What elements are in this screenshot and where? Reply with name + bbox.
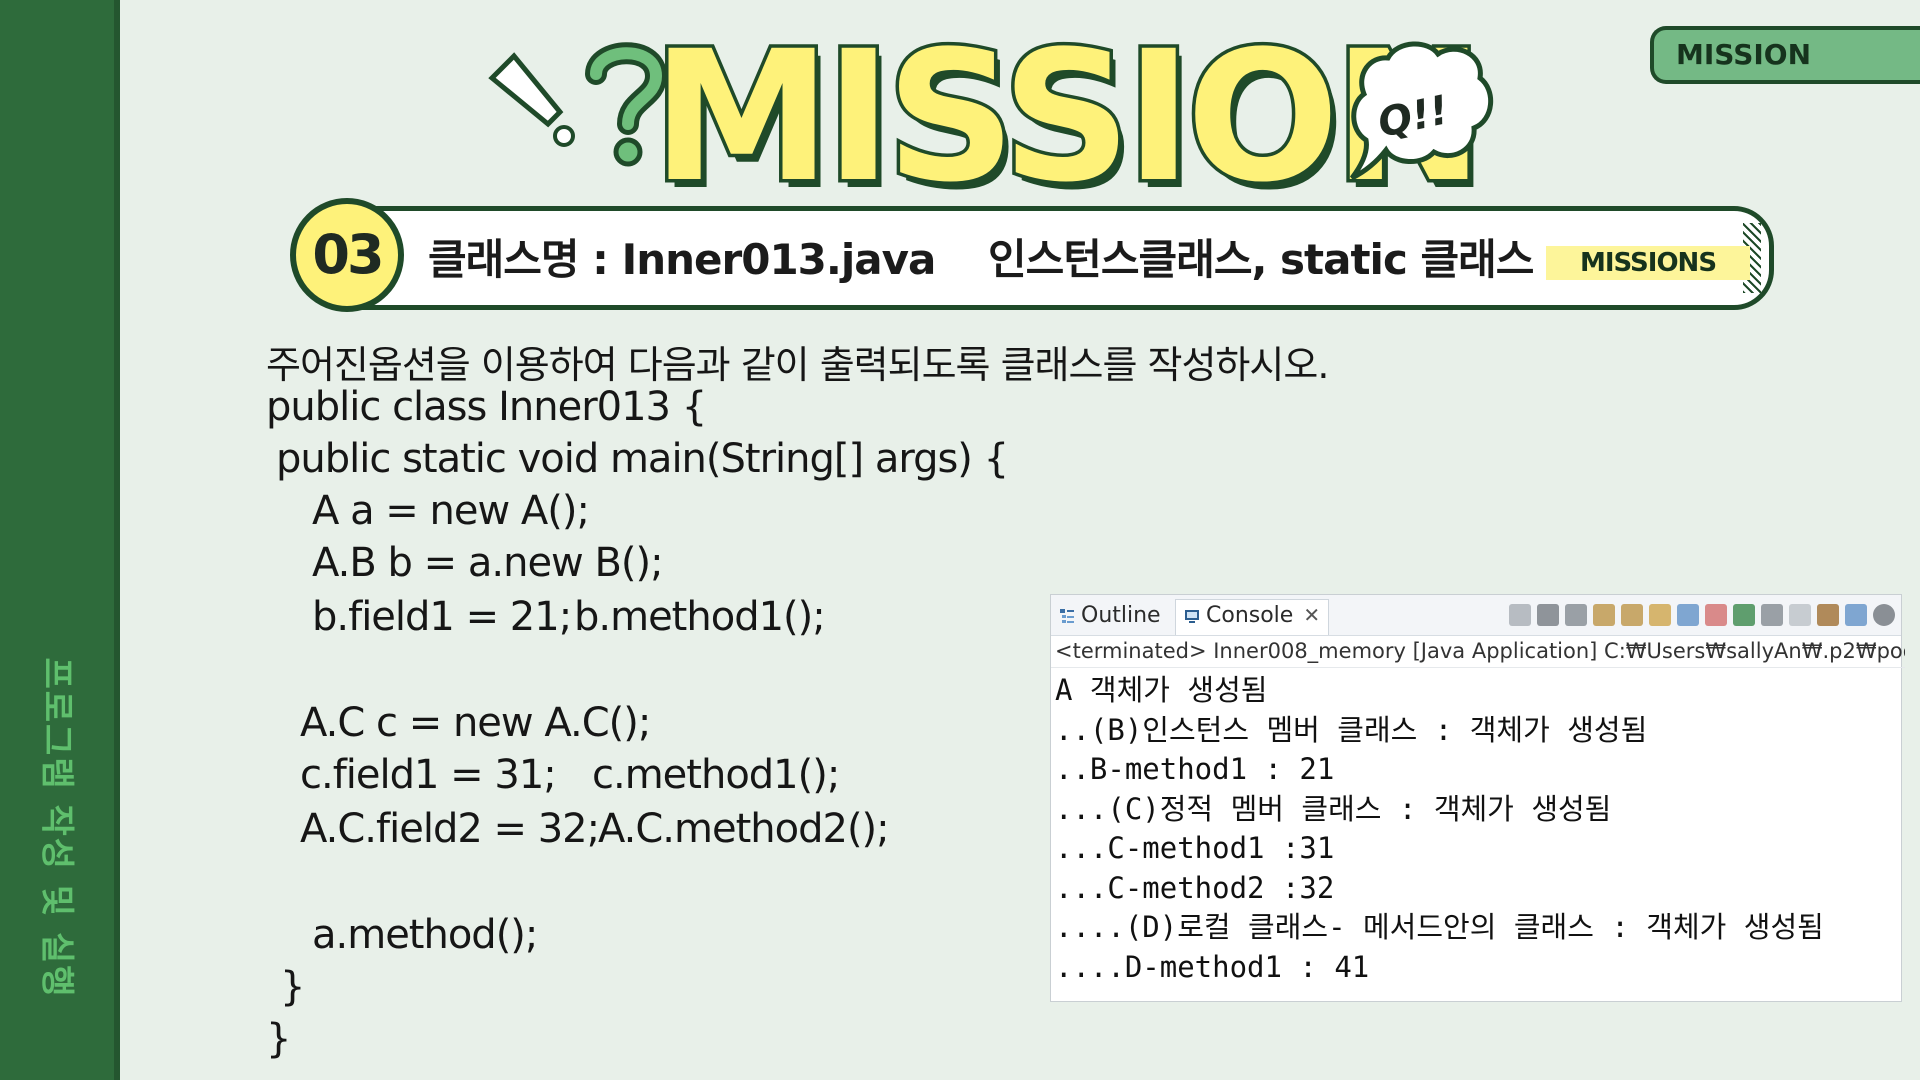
remove-all-icon[interactable]: [1565, 604, 1587, 626]
console-line: ...C-method2 :32: [1055, 870, 1335, 905]
console-line: ....D-method1 : 41: [1055, 949, 1370, 984]
show-on-error-icon[interactable]: [1705, 604, 1727, 626]
code-line: A.C.field2 = 32;: [300, 806, 600, 852]
missions-tag: MISSIONS: [1546, 246, 1750, 280]
banner-subtitle: 인스턴스클래스, static 클래스: [988, 235, 1534, 284]
exclamation-icon: [488, 52, 575, 147]
tab-outline-label: Outline: [1081, 603, 1161, 628]
sidebar-accent: [114, 0, 120, 1080]
console-line: A 객체가 생성됨: [1055, 673, 1268, 707]
console-line: ....(D)로컬 클래스- 메서드안의 클래스 : 객체가 생성됨: [1055, 910, 1824, 944]
corner-mission-tab: MISSION: [1650, 26, 1920, 84]
tab-console-label: Console: [1206, 603, 1294, 628]
ansi-icon[interactable]: [1845, 604, 1867, 626]
banner-title: 클래스명 : Inner013.java: [428, 235, 936, 284]
console-toolbar: [1509, 601, 1895, 629]
tab-console[interactable]: Console ✕: [1175, 599, 1330, 635]
close-icon[interactable]: ✕: [1303, 603, 1320, 627]
code-line: }: [280, 964, 305, 1010]
console-line: ...C-method1 :31: [1055, 831, 1335, 865]
display-console-icon[interactable]: [1761, 604, 1783, 626]
remove-launch-icon[interactable]: [1537, 604, 1559, 626]
panel-tab-bar: Outline Console ✕: [1051, 595, 1901, 636]
code-line: a.method();: [312, 912, 538, 958]
code-line: public class Inner013 {: [266, 384, 707, 430]
gear-icon[interactable]: [1873, 604, 1895, 626]
code-line: c.field1 = 31;: [300, 752, 557, 798]
console-line: ...(C)정적 멤버 클래스 : 객체가 생성됨: [1055, 791, 1612, 826]
code-line: A a = new A();: [312, 488, 590, 534]
mission-number-badge: 03: [290, 198, 404, 312]
console-panel: Outline Console ✕ <terminated> Inner008_m…: [1050, 594, 1905, 1002]
code-line: A.C c = new A.C();: [300, 700, 651, 746]
outline-icon: [1060, 609, 1074, 623]
scroll-lock-icon[interactable]: [1621, 604, 1643, 626]
code-line: public static void main(String[] args) {: [276, 436, 1009, 482]
launch-status: <terminated> Inner008_memory [Java Appli…: [1051, 635, 1905, 668]
word-wrap-icon[interactable]: [1649, 604, 1671, 626]
console-line: ..(B)인스턴스 멤버 클래스 : 객체가 생성됨: [1055, 712, 1648, 747]
pin-console-icon[interactable]: [1733, 604, 1755, 626]
code-line: }: [266, 1016, 291, 1062]
open-console-icon[interactable]: [1789, 604, 1811, 626]
console-line: ..B-method1 : 21: [1055, 752, 1335, 786]
clear-console-icon[interactable]: [1593, 604, 1615, 626]
code-line: b.method1();: [574, 594, 826, 640]
stop-icon[interactable]: [1509, 604, 1531, 626]
instructions-text: 주어진옵션을 이용하여 다음과 같이 출력되도록 클래스를 작성하시오.: [266, 343, 1329, 387]
code-line: A.C.method2();: [598, 806, 890, 852]
copy-icon[interactable]: [1817, 604, 1839, 626]
tab-outline[interactable]: Outline: [1059, 601, 1161, 631]
show-on-output-icon[interactable]: [1677, 604, 1699, 626]
code-line: b.field1 = 21;: [312, 594, 572, 640]
code-line: A.B b = a.new B();: [312, 540, 664, 586]
code-line: c.method1();: [592, 752, 840, 798]
console-icon: [1185, 610, 1199, 623]
sidebar-vertical-text: 프로그램 작성 및 실행: [36, 657, 77, 999]
console-output: A 객체가 생성됨 ..(B)인스턴스 멤버 클래스 : 객체가 생성됨 ..B…: [1055, 671, 1824, 987]
